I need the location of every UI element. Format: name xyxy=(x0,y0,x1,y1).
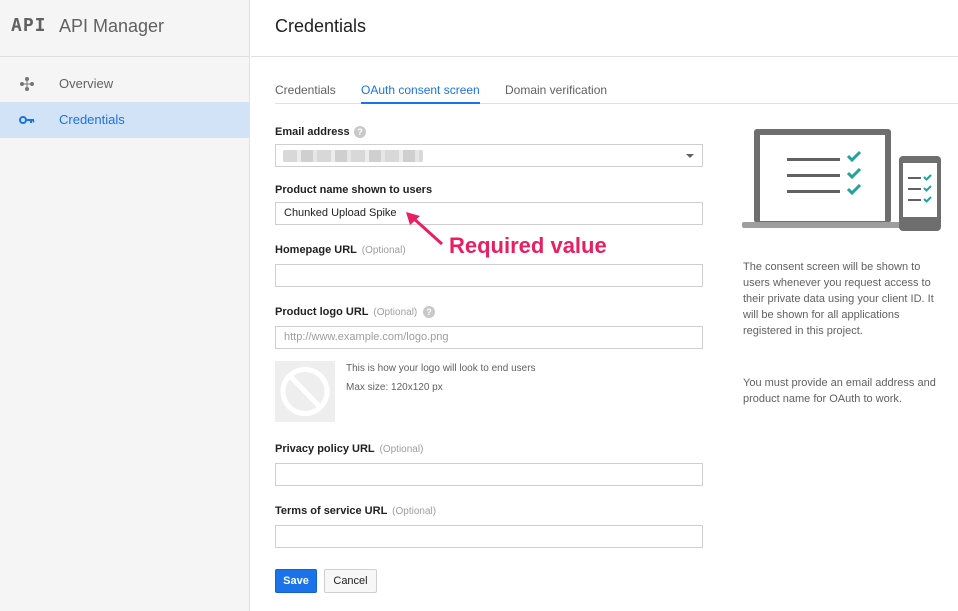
overview-icon xyxy=(20,77,34,91)
brand: API API Manager xyxy=(0,0,250,57)
sidebar-item-overview[interactable]: Overview xyxy=(0,66,250,102)
homepage-input[interactable] xyxy=(275,264,703,287)
info-requirement: You must provide an email address and pr… xyxy=(743,377,936,405)
no-image-icon xyxy=(280,367,330,416)
save-button[interactable]: Save xyxy=(275,569,317,593)
logo-hint: This is how your logo will look to end u… xyxy=(346,363,536,374)
tab-domain-verification[interactable]: Domain verification xyxy=(505,83,607,104)
privacy-label: Privacy policy URL (Optional) xyxy=(275,443,424,455)
sidebar-item-credentials[interactable]: Credentials xyxy=(0,102,250,138)
tab-credentials[interactable]: Credentials xyxy=(275,83,336,104)
optional-tag: (Optional) xyxy=(373,307,418,318)
key-icon xyxy=(19,116,35,124)
page-title: Credentials xyxy=(275,16,367,36)
help-icon[interactable]: ? xyxy=(423,306,435,318)
tab-bar: Credentials OAuth consent screen Domain … xyxy=(275,78,958,104)
terms-label: Terms of service URL (Optional) xyxy=(275,505,437,517)
product-name-input[interactable]: Chunked Upload Spike xyxy=(275,202,703,225)
cancel-button[interactable]: Cancel xyxy=(324,569,377,593)
homepage-label: Homepage URL (Optional) xyxy=(275,244,406,256)
help-icon[interactable]: ? xyxy=(354,126,366,138)
app-title[interactable]: API Manager xyxy=(59,16,164,37)
annotation-text: Required value xyxy=(449,233,607,258)
product-name-label: Product name shown to users xyxy=(275,184,433,196)
annotation-arrow-icon xyxy=(406,212,444,246)
sidebar: API API Manager Overview Credentials xyxy=(0,0,250,611)
privacy-input[interactable] xyxy=(275,463,703,486)
logo-url-input[interactable]: http://www.example.com/logo.png xyxy=(275,326,703,349)
email-value-blurred xyxy=(283,150,423,162)
chevron-down-icon xyxy=(686,154,694,158)
logo-size-hint: Max size: 120x120 px xyxy=(346,382,443,393)
info-consent-screen: The consent screen will be shown to user… xyxy=(743,261,934,337)
tab-oauth-consent-screen[interactable]: OAuth consent screen xyxy=(361,83,480,104)
page-header: Credentials xyxy=(251,0,958,57)
logo-url-label: Product logo URL (Optional) xyxy=(275,306,418,318)
sidebar-item-label: Credentials xyxy=(59,112,125,127)
api-logo: API xyxy=(11,15,47,36)
sidebar-item-label: Overview xyxy=(59,76,114,91)
consent-screen-illustration xyxy=(742,129,941,231)
logo-preview xyxy=(275,361,335,422)
optional-tag: (Optional) xyxy=(379,444,424,455)
terms-input[interactable] xyxy=(275,525,703,548)
email-label: Email address xyxy=(275,126,350,138)
optional-tag: (Optional) xyxy=(361,245,406,256)
optional-tag: (Optional) xyxy=(392,506,437,517)
